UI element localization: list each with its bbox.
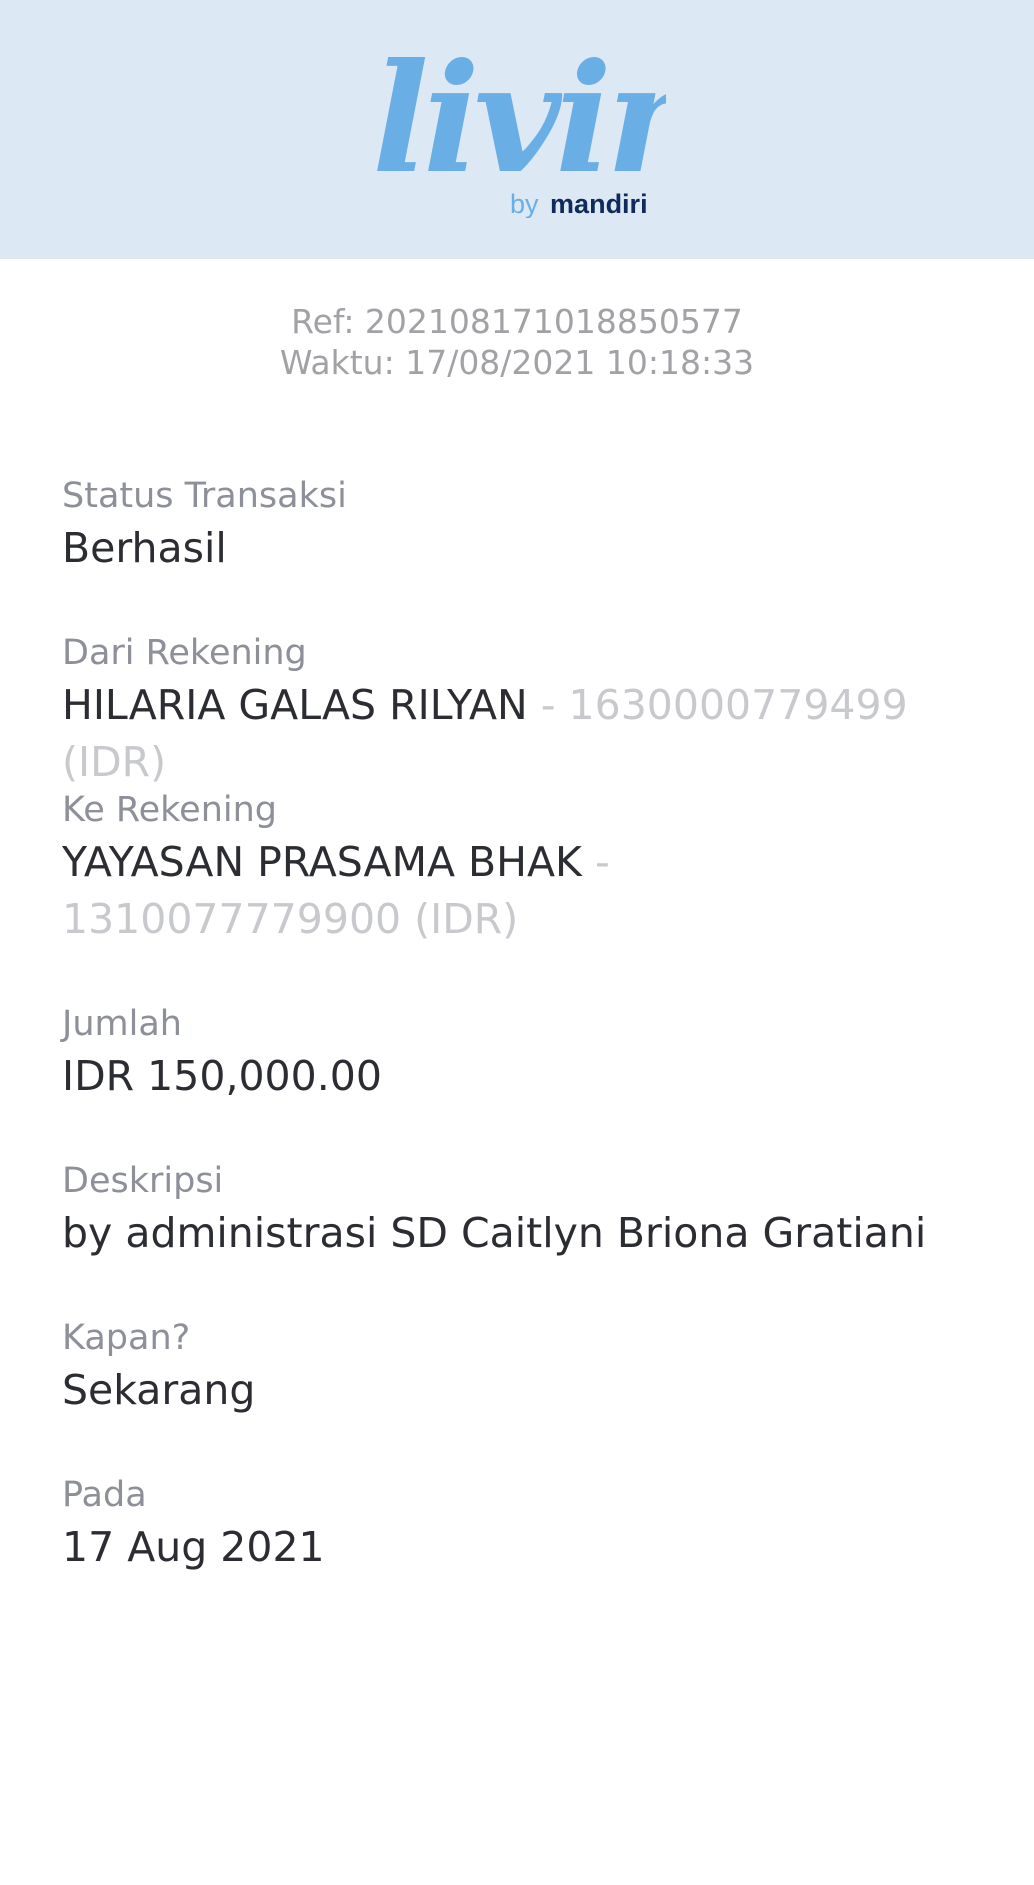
from-account-value: HILARIA GALAS RILYAN - 1630000779499 (ID… xyxy=(62,677,982,791)
when-value: Sekarang xyxy=(62,1366,256,1414)
field-when: Kapan? Sekarang xyxy=(62,1314,982,1471)
transaction-time: Waktu: 17/08/2021 10:18:33 xyxy=(279,343,755,382)
field-from-account: Dari Rekening HILARIA GALAS RILYAN - 163… xyxy=(62,629,982,786)
livin-mandiri-logo: livin' by mandiri xyxy=(366,38,666,218)
date-value: 17 Aug 2021 xyxy=(62,1523,325,1571)
logo-sub-brand: mandiri xyxy=(550,189,648,218)
status-label: Status Transaksi xyxy=(62,476,347,516)
field-description: Deskripsi by administrasi SD Caitlyn Bri… xyxy=(62,1157,982,1314)
logo-wordmark: livin' xyxy=(372,38,666,207)
description-value: by administrasi SD Caitlyn Briona Gratia… xyxy=(62,1209,927,1257)
field-date: Pada 17 Aug 2021 xyxy=(62,1471,982,1628)
header-banner: livin' by mandiri xyxy=(0,0,1034,259)
to-account-name: YAYASAN PRASAMA BHAK xyxy=(62,838,582,886)
field-to-account: Ke Rekening YAYASAN PRASAMA BHAK - 13100… xyxy=(62,786,982,1000)
from-account-label: Dari Rekening xyxy=(62,633,307,673)
to-account-label: Ke Rekening xyxy=(62,790,278,830)
from-account-name: HILARIA GALAS RILYAN xyxy=(62,681,528,729)
field-amount: Jumlah IDR 150,000.00 xyxy=(62,1000,982,1157)
logo-subtitle: by mandiri xyxy=(510,189,648,218)
description-label: Deskripsi xyxy=(62,1161,224,1201)
status-value: Berhasil xyxy=(62,524,227,572)
reference-number: Ref: 202108171018850577 xyxy=(291,302,743,341)
field-status: Status Transaksi Berhasil xyxy=(62,472,982,629)
logo-sub-by: by xyxy=(510,189,539,218)
when-label: Kapan? xyxy=(62,1318,191,1358)
to-account-value: YAYASAN PRASAMA BHAK - 1310077779900 (ID… xyxy=(62,834,942,948)
date-label: Pada xyxy=(62,1475,147,1515)
amount-value: IDR 150,000.00 xyxy=(62,1052,382,1100)
amount-label: Jumlah xyxy=(62,1004,182,1044)
transaction-meta: Ref: 202108171018850577 Waktu: 17/08/202… xyxy=(0,301,1034,383)
transaction-details: Status Transaksi Berhasil Dari Rekening … xyxy=(62,472,982,1628)
